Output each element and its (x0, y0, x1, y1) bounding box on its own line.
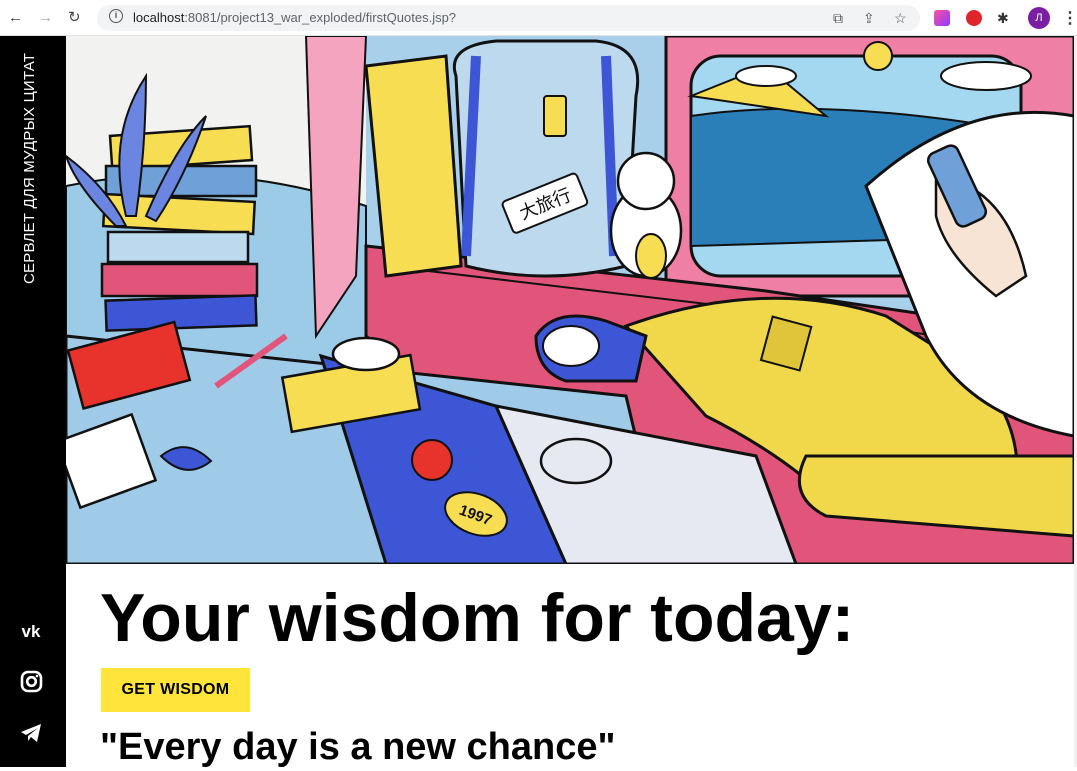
address-bar[interactable]: i localhost:8081/project13_war_exploded/… (97, 5, 920, 31)
quote-text: "Every day is a new chance" (100, 726, 616, 768)
share-icon[interactable]: ⇪ (863, 9, 875, 27)
site-info-icon[interactable]: i (109, 9, 123, 23)
translate-icon[interactable]: ⧉ (833, 9, 843, 27)
browser-toolbar: ← → ↻ i localhost:8081/project13_war_exp… (0, 0, 1077, 36)
back-icon[interactable]: ← (8, 8, 23, 28)
sidebar-title: СЕРВЛЕТ ДЛЯ МУДРЫХ ЦИТАТ (21, 52, 38, 284)
url-text: localhost:8081/project13_war_exploded/fi… (133, 10, 457, 25)
svg-text:vk: vk (22, 622, 41, 641)
menu-icon[interactable]: ⋮ (1062, 8, 1077, 28)
instagram-icon[interactable] (16, 669, 46, 695)
reload-icon[interactable]: ↻ (68, 8, 81, 28)
extension-icon[interactable] (934, 10, 950, 26)
profile-avatar[interactable]: Л (1028, 7, 1050, 29)
telegram-icon[interactable] (16, 720, 46, 746)
forward-icon[interactable]: → (38, 8, 53, 28)
vk-icon[interactable]: vk (16, 618, 46, 644)
opera-extension-icon[interactable] (966, 10, 982, 26)
bookmark-star-icon[interactable]: ☆ (894, 9, 907, 27)
page-heading: Your wisdom for today: (100, 580, 855, 656)
hero-illustration: 大旅行 1997 (66, 36, 1074, 564)
puzzle-extensions-icon[interactable]: ✱ (997, 9, 1009, 27)
get-wisdom-button[interactable]: GET WISDOM (101, 668, 250, 712)
sidebar: СЕРВЛЕТ ДЛЯ МУДРЫХ ЦИТАТ vk (0, 36, 66, 767)
